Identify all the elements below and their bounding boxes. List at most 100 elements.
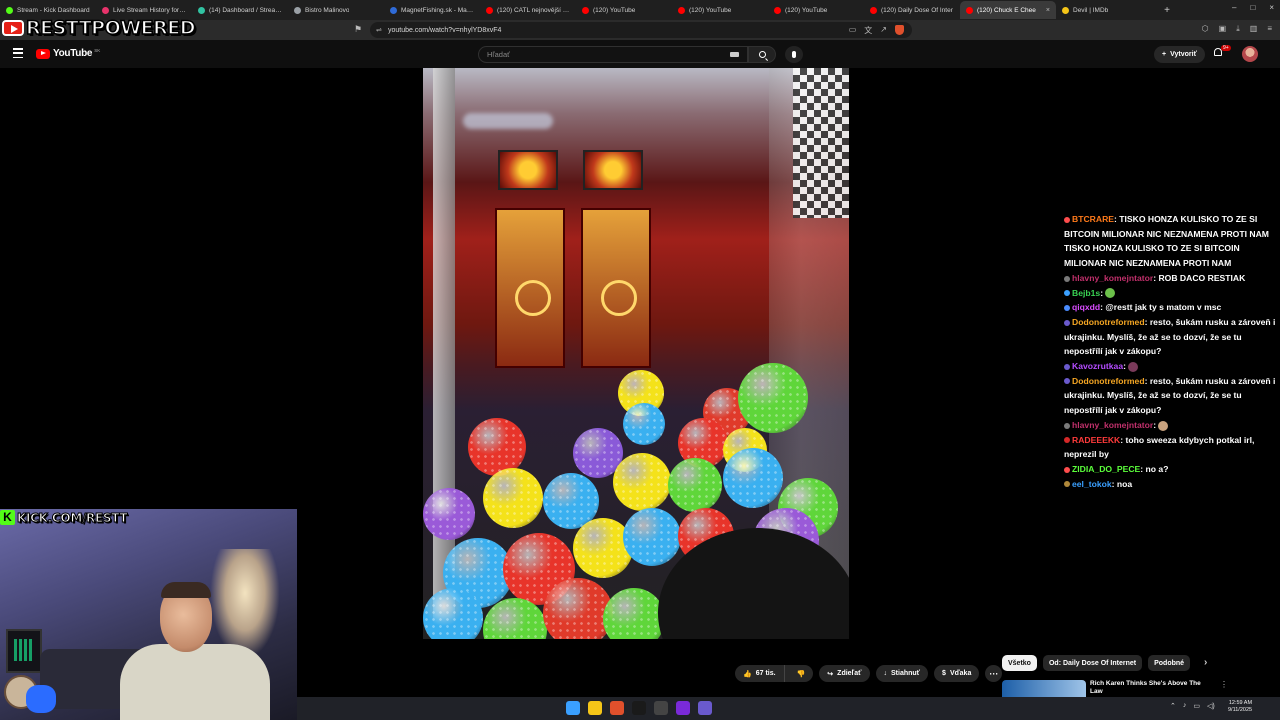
tab-favicon-icon — [486, 6, 493, 14]
microphone-icon — [792, 51, 796, 58]
download-button[interactable]: ↓ Stiahnuť — [875, 665, 929, 682]
voice-search-button[interactable] — [785, 46, 803, 63]
chip-from-channel[interactable]: Od: Daily Dose Of Internet — [1042, 655, 1143, 671]
system-tray: ⌃ ♪ ▭ ◁) — [1170, 702, 1215, 710]
browser-tab[interactable]: (120) Daily Dose Of Inter — [864, 1, 960, 19]
tab-favicon-icon — [390, 6, 397, 14]
create-button[interactable]: + Vytvoriť — [1154, 46, 1205, 63]
browser-tab[interactable]: (120) YouTube — [576, 1, 672, 19]
browser-tab[interactable]: Devil | IMDb — [1056, 1, 1152, 19]
like-button[interactable]: 👍 67 tis. — [735, 665, 785, 682]
share-button[interactable]: ↪ Zdieľať — [819, 665, 870, 682]
kebab-menu-icon[interactable]: ⋮ — [1220, 680, 1228, 698]
create-label: Vytvoriť — [1170, 51, 1197, 58]
streamer-webcam — [0, 509, 297, 720]
taskbar-app-icon[interactable] — [676, 701, 690, 715]
browser-tab[interactable]: (120) YouTube — [672, 1, 768, 19]
chevron-right-icon[interactable]: › — [1204, 655, 1207, 671]
like-dislike-group: 👍 67 tis. 👎 — [735, 665, 814, 682]
youtube-play-icon — [36, 48, 50, 59]
bookmark-icon[interactable]: ⚑ — [354, 24, 362, 35]
thanks-button[interactable]: $ Vďaka — [934, 665, 980, 682]
video-ball — [543, 578, 613, 639]
browser-menu-icon[interactable]: ≡ — [1267, 24, 1272, 34]
share-icon[interactable]: ↗ — [880, 25, 887, 36]
hamburger-menu-icon[interactable] — [13, 48, 23, 58]
install-icon[interactable]: ▭ — [849, 25, 857, 36]
browser-tab[interactable]: Bistro Malinovo — [288, 1, 384, 19]
extensions-icon[interactable]: ⬡ — [1202, 24, 1209, 34]
taskbar-app-icon[interactable] — [566, 701, 580, 715]
browser-tab[interactable]: (120) Chuck E Chee × — [960, 1, 1056, 19]
video-player[interactable] — [423, 68, 849, 639]
window-controls: – □ × — [1232, 3, 1274, 12]
chip-related[interactable]: Podobné — [1148, 655, 1191, 671]
youtube-wordmark: YouTube — [53, 48, 93, 59]
chat-badge-icon — [1064, 290, 1070, 297]
taskbar-app-icon[interactable] — [632, 701, 646, 715]
brave-shield-icon[interactable] — [895, 25, 904, 35]
search-button[interactable] — [748, 46, 776, 63]
tray-chevron-icon[interactable]: ⌃ — [1170, 702, 1176, 710]
chat-message: hlavny_komejntator: — [1064, 418, 1276, 433]
chat-emote-icon — [1128, 361, 1139, 372]
translate-icon[interactable]: 文 — [864, 25, 872, 36]
chip-all[interactable]: Všetko — [1002, 655, 1037, 671]
browser-tab[interactable]: (120) CATL nejnovější tech — [480, 1, 576, 19]
account-avatar[interactable] — [1242, 46, 1258, 62]
more-actions-button[interactable]: ··· — [985, 665, 1003, 682]
stream-brand-overlay: RESTTPOWERED — [2, 16, 196, 40]
url-field[interactable]: ⇌ youtube.com/watch?v=nhylYD8xvF4 ▭ 文 ↗ — [370, 22, 912, 38]
youtube-logo[interactable]: YouTube SK — [36, 48, 100, 59]
chat-username: RADEEEKK — [1072, 434, 1121, 445]
video-ball — [738, 363, 808, 433]
volume-icon[interactable]: ◁) — [1207, 702, 1215, 710]
chat-message: Kavozrutkaa: — [1064, 359, 1276, 374]
video-skeeball-lane — [581, 208, 651, 368]
taskbar-app-icon[interactable] — [654, 701, 668, 715]
chat-badge-icon — [1064, 378, 1070, 385]
url-text: youtube.com/watch?v=nhylYD8xvF4 — [388, 26, 502, 34]
tab-favicon-icon — [870, 6, 877, 14]
video-ball — [483, 468, 543, 528]
search-input[interactable]: Hľadať — [478, 46, 748, 63]
browser-tab[interactable]: MagnetFishing.sk - Magnet — [384, 1, 480, 19]
tray-app-icon[interactable]: ▭ — [1193, 702, 1200, 710]
chat-emote-icon — [1158, 420, 1169, 431]
new-tab-button[interactable]: + — [1158, 5, 1176, 16]
browser-toolbar-right: ⬡ ▣ ⤓ ▥ ≡ — [1202, 24, 1272, 34]
video-ball — [623, 508, 681, 566]
taskbar-app-icon[interactable] — [698, 701, 712, 715]
keyboard-icon[interactable] — [730, 52, 739, 57]
chat-badge-icon — [1064, 481, 1070, 488]
dislike-button[interactable]: 👎 — [789, 670, 814, 678]
sidebar-icon[interactable]: ▥ — [1250, 24, 1258, 34]
taskbar-app-icon[interactable] — [588, 701, 602, 715]
tray-app-icon[interactable]: ♪ — [1183, 702, 1187, 710]
search-icon — [758, 51, 766, 58]
wallet-icon[interactable]: ▣ — [1219, 24, 1227, 34]
video-arcade-screen — [498, 150, 558, 190]
video-arcade-screen — [583, 150, 643, 190]
chat-badge-icon — [1064, 304, 1070, 311]
youtube-header: YouTube SK Hľadať + Vytvoriť 9+ — [0, 40, 1280, 68]
minimize-button[interactable]: – — [1232, 3, 1236, 12]
browser-tab[interactable]: (14) Dashboard / Streamlab — [192, 1, 288, 19]
chat-username: ZIDIA_DO_PECE — [1072, 463, 1141, 474]
tab-favicon-icon — [198, 6, 205, 14]
tab-favicon-icon — [6, 6, 13, 14]
close-window-button[interactable]: × — [1269, 3, 1274, 12]
recommended-title[interactable]: Rich Karen Thinks She's Above The Law — [1090, 680, 1210, 698]
tab-favicon-icon — [1062, 6, 1069, 14]
taskbar-app-icon[interactable] — [610, 701, 624, 715]
tab-favicon-icon — [678, 6, 685, 14]
maximize-button[interactable]: □ — [1250, 3, 1255, 12]
recommended-video[interactable]: Rich Karen Thinks She's Above The Law ⋮ — [1002, 680, 1272, 698]
site-info-icon[interactable]: ⇌ — [376, 26, 382, 34]
browser-tab[interactable]: (120) YouTube — [768, 1, 864, 19]
chat-message: qiqxdd: @restt jak ty s matom v msc — [1064, 300, 1276, 315]
system-clock[interactable]: 12:59 AM 9/11/2025 — [1228, 700, 1252, 714]
download-icon[interactable]: ⤓ — [1236, 24, 1240, 34]
recommended-thumbnail[interactable] — [1002, 680, 1086, 698]
tab-close-icon[interactable]: × — [1046, 7, 1050, 14]
